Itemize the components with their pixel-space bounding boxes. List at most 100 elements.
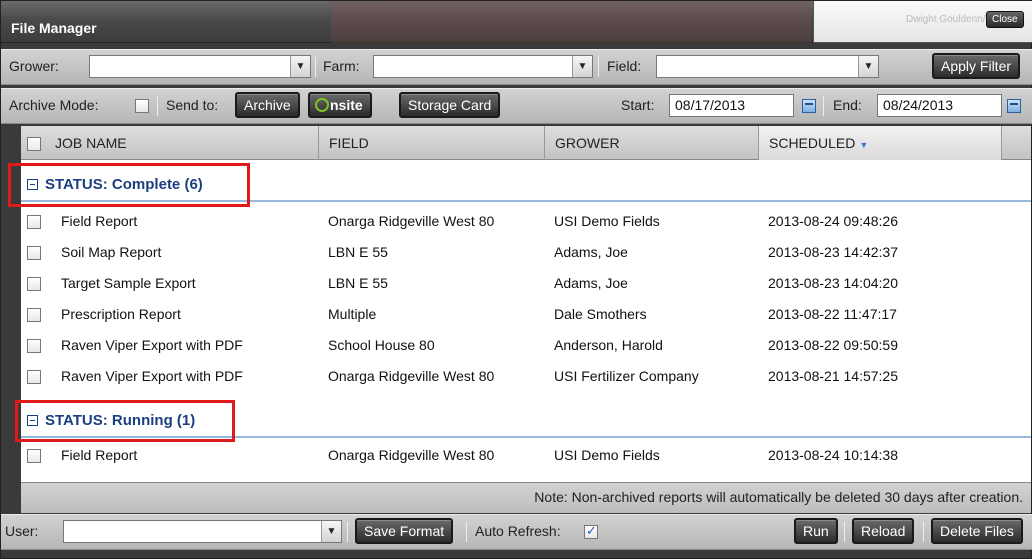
auto-refresh-label: Auto Refresh: — [475, 523, 561, 539]
start-label: Start: — [621, 97, 655, 113]
grower-cell: Adams, Joe — [554, 244, 628, 260]
grower-select[interactable]: ▼ — [89, 55, 311, 78]
row-checkbox[interactable] — [27, 308, 41, 322]
divider — [598, 57, 599, 77]
job-name-cell: Soil Map Report — [61, 244, 162, 260]
field-cell: LBN E 55 — [328, 244, 388, 260]
popup-close-button[interactable]: Close — [986, 11, 1024, 28]
farm-select[interactable]: ▼ — [373, 55, 593, 78]
job-name-cell: Field Report — [61, 213, 138, 229]
row-checkbox[interactable] — [27, 449, 41, 463]
field-cell: Onarga Ridgeville West 80 — [328, 447, 495, 463]
grower-cell: USI Fertilizer Company — [554, 368, 699, 384]
scheduled-cell: 2013-08-24 10:14:38 — [768, 447, 898, 463]
divider — [823, 96, 824, 116]
table-row[interactable]: Field Report Onarga Ridgeville West 80 U… — [21, 440, 1031, 471]
row-checkbox[interactable] — [27, 246, 41, 260]
field-label: Field: — [607, 58, 642, 74]
grower-label: Grower: — [9, 58, 59, 74]
save-format-button[interactable]: Save Format — [355, 518, 454, 544]
row-checkbox[interactable] — [27, 215, 41, 229]
onsite-button[interactable]: nsite — [308, 92, 372, 118]
column-header-field[interactable]: FIELD — [319, 126, 545, 160]
highlight-box-running — [15, 400, 235, 442]
row-checkbox[interactable] — [27, 339, 41, 353]
archive-mode-label: Archive Mode: — [9, 97, 99, 113]
calendar-icon[interactable] — [1007, 99, 1021, 113]
calendar-icon[interactable] — [802, 99, 816, 113]
end-date-input[interactable]: 08/24/2013 — [877, 94, 1002, 117]
divider — [923, 522, 924, 542]
table-row[interactable]: Raven Viper Export with PDF School House… — [21, 330, 1031, 361]
field-cell: LBN E 55 — [328, 275, 388, 291]
chevron-down-icon[interactable]: ▼ — [572, 56, 592, 77]
archive-mode-checkbox[interactable] — [135, 99, 149, 113]
row-checkbox[interactable] — [27, 370, 41, 384]
scheduled-cell: 2013-08-22 11:47:17 — [768, 306, 897, 322]
send-to-label: Send to: — [166, 97, 219, 113]
scheduled-cell: 2013-08-24 09:48:26 — [768, 213, 898, 229]
field-cell: Onarga Ridgeville West 80 — [328, 368, 495, 384]
storage-card-button[interactable]: Storage Card — [399, 92, 501, 118]
scheduled-cell: 2013-08-23 14:42:37 — [768, 244, 898, 260]
run-button[interactable]: Run — [794, 518, 838, 544]
end-label: End: — [833, 97, 862, 113]
action-toolbar: Archive Mode: Send to: Archive nsite Sto… — [1, 88, 1032, 124]
row-checkbox[interactable] — [27, 277, 41, 291]
table-row[interactable]: Field Report Onarga Ridgeville West 80 U… — [21, 206, 1031, 237]
reload-button[interactable]: Reload — [852, 518, 915, 544]
auto-refresh-checkbox[interactable] — [584, 523, 598, 539]
apply-filter-button[interactable]: Apply Filter — [932, 53, 1021, 79]
field-cell: Onarga Ridgeville West 80 — [328, 213, 495, 229]
user-select[interactable]: ▼ — [63, 520, 342, 543]
job-name-cell: Raven Viper Export with PDF — [61, 337, 243, 353]
grower-cell: USI Demo Fields — [554, 213, 660, 229]
field-cell: Multiple — [328, 306, 377, 322]
grid-header: JOB NAME FIELD GROWER SCHEDULED ▼ — [21, 126, 1031, 160]
scheduled-cell: 2013-08-22 09:50:59 — [768, 337, 898, 353]
column-header-scheduled[interactable]: SCHEDULED ▼ — [759, 126, 1002, 160]
column-header-job-name[interactable]: JOB NAME — [45, 126, 319, 160]
table-row[interactable]: Target Sample Export LBN E 55 Adams, Joe… — [21, 268, 1031, 299]
filter-bar: Grower: ▼ Farm: ▼ Field: ▼ Apply Filter — [1, 49, 1032, 85]
table-row[interactable]: Prescription Report Multiple Dale Smothe… — [21, 299, 1031, 330]
scheduled-cell: 2013-08-23 14:04:20 — [768, 275, 898, 291]
retention-note: Note: Non-archived reports will automati… — [534, 489, 1023, 505]
job-name-cell: Field Report — [61, 447, 138, 463]
column-header-grower[interactable]: GROWER — [545, 126, 759, 160]
job-name-cell: Raven Viper Export with PDF — [61, 368, 243, 384]
archive-button[interactable]: Archive — [235, 92, 300, 118]
chevron-down-icon[interactable]: ▼ — [321, 521, 341, 542]
grower-cell: Adams, Joe — [554, 275, 628, 291]
user-label: User: — [5, 523, 39, 539]
grower-cell: Dale Smothers — [554, 306, 647, 322]
divider — [347, 522, 348, 542]
job-name-cell: Target Sample Export — [61, 275, 196, 291]
highlight-box-complete — [8, 163, 250, 207]
grower-cell: USI Demo Fields — [554, 447, 660, 463]
chevron-down-icon[interactable]: ▼ — [858, 56, 878, 77]
title-bar-background — [331, 1, 811, 43]
sort-descending-icon: ▼ — [859, 140, 869, 150]
farm-label: Farm: — [323, 58, 360, 74]
divider — [315, 57, 316, 77]
divider — [844, 522, 845, 542]
file-manager-window: File Manager Dwight Gouldenn/Twp Close G… — [0, 0, 1032, 559]
notification-popup: Dwight Gouldenn/Twp Close — [813, 1, 1032, 43]
grower-cell: Anderson, Harold — [554, 337, 663, 353]
delete-files-button[interactable]: Delete Files — [931, 518, 1023, 544]
start-date-input[interactable]: 08/17/2013 — [669, 94, 794, 117]
table-row[interactable]: Soil Map Report LBN E 55 Adams, Joe 2013… — [21, 237, 1031, 268]
bottom-toolbar: User: ▼ Save Format Auto Refresh: Run Re… — [1, 514, 1032, 550]
window-title: File Manager — [11, 20, 97, 36]
field-select[interactable]: ▼ — [656, 55, 879, 78]
field-cell: School House 80 — [328, 337, 435, 353]
divider — [466, 522, 467, 542]
table-row[interactable]: Raven Viper Export with PDF Onarga Ridge… — [21, 361, 1031, 392]
scheduled-cell: 2013-08-21 14:57:25 — [768, 368, 898, 384]
chevron-down-icon[interactable]: ▼ — [290, 56, 310, 77]
footer-note-bar: Note: Non-archived reports will automati… — [21, 482, 1031, 513]
select-all-checkbox[interactable] — [27, 137, 41, 151]
onsite-logo-icon — [315, 98, 329, 112]
column-header-scheduled-label: SCHEDULED — [769, 135, 856, 151]
